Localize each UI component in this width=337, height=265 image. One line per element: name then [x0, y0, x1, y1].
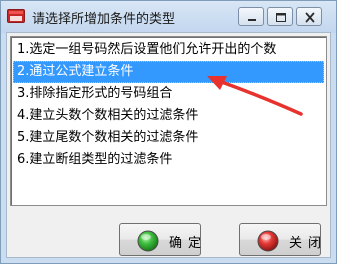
list-item[interactable]: 5.建立尾数个数相关的过滤条件 [13, 127, 324, 149]
title-bar[interactable]: 请选择所增加条件的类型 [1, 1, 336, 33]
minimize-button[interactable] [238, 7, 264, 26]
minimize-icon [248, 19, 256, 21]
window-title: 请选择所增加条件的类型 [32, 12, 176, 27]
close-icon [305, 12, 315, 23]
list-item[interactable]: 6.建立断组类型的过滤条件 [13, 149, 324, 171]
close-button-label: 关闭 [289, 236, 328, 251]
dialog-window: 请选择所增加条件的类型 1.选定一组号码然后设置他们允许开出的个数 2.通过公式… [0, 0, 337, 264]
ok-button-label: 确定 [169, 236, 208, 251]
list-item-selected[interactable]: 2.通过公式建立条件 [13, 61, 324, 83]
condition-type-list[interactable]: 1.选定一组号码然后设置他们允许开出的个数 2.通过公式建立条件 3.排除指定形… [10, 36, 327, 206]
red-circle-icon [257, 230, 279, 252]
list-item[interactable]: 3.排除指定形式的号码组合 [13, 83, 324, 105]
dialog-body: 1.选定一组号码然后设置他们允许开出的个数 2.通过公式建立条件 3.排除指定形… [6, 32, 331, 258]
list-item[interactable]: 1.选定一组号码然后设置他们允许开出的个数 [13, 39, 324, 61]
close-window-button[interactable] [296, 7, 322, 26]
maximize-button[interactable] [267, 7, 293, 26]
ok-button[interactable]: 确定 [119, 223, 201, 256]
maximize-icon [276, 13, 286, 22]
green-circle-icon [137, 230, 159, 252]
app-icon [7, 9, 25, 23]
close-button[interactable]: 关闭 [239, 223, 321, 256]
list-item[interactable]: 4.建立头数个数相关的过滤条件 [13, 105, 324, 127]
